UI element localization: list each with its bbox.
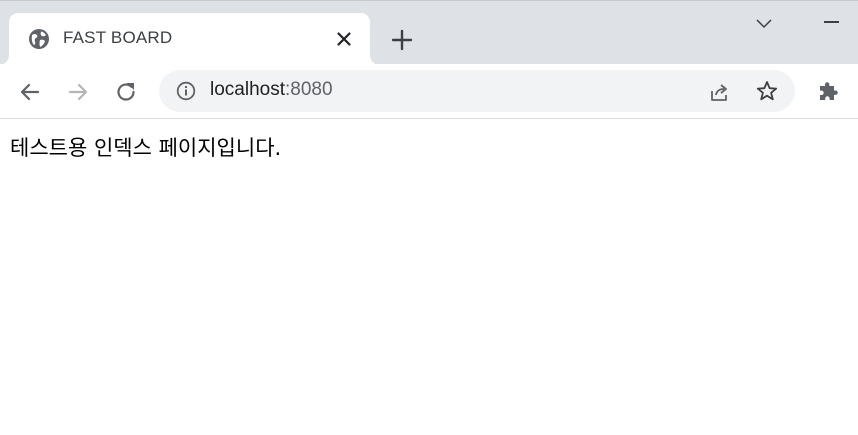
new-tab-icon[interactable] [390, 28, 414, 52]
page-body-text: 테스트용 인덱스 페이지입니다. [10, 136, 282, 160]
back-icon[interactable] [17, 79, 43, 105]
page-content: 테스트용 인덱스 페이지입니다. [0, 120, 858, 435]
active-tab[interactable]: FAST BOARD [9, 13, 370, 65]
extensions-puzzle-icon[interactable] [816, 79, 840, 103]
address-bar[interactable]: localhost:8080 [159, 70, 795, 112]
browser-toolbar: localhost:8080 [0, 64, 858, 119]
info-icon[interactable] [176, 81, 196, 101]
minimize-icon[interactable] [824, 21, 839, 23]
tab-strip: FAST BOARD [0, 0, 858, 65]
url-port: :8080 [285, 79, 333, 100]
bookmark-star-icon[interactable] [755, 79, 779, 103]
tab-search-chevron-icon[interactable] [754, 14, 774, 34]
url-host: localhost [210, 79, 285, 100]
url-text: localhost:8080 [210, 79, 333, 101]
reload-icon[interactable] [113, 79, 139, 105]
tab-title: FAST BOARD [63, 28, 173, 47]
close-tab-icon[interactable] [334, 29, 354, 49]
browser-window: FAST BOARD localhost:8080 테스트용 인덱스 페이지입니… [0, 0, 858, 435]
forward-icon[interactable] [65, 79, 91, 105]
share-icon[interactable] [707, 80, 731, 104]
globe-icon [29, 29, 49, 49]
